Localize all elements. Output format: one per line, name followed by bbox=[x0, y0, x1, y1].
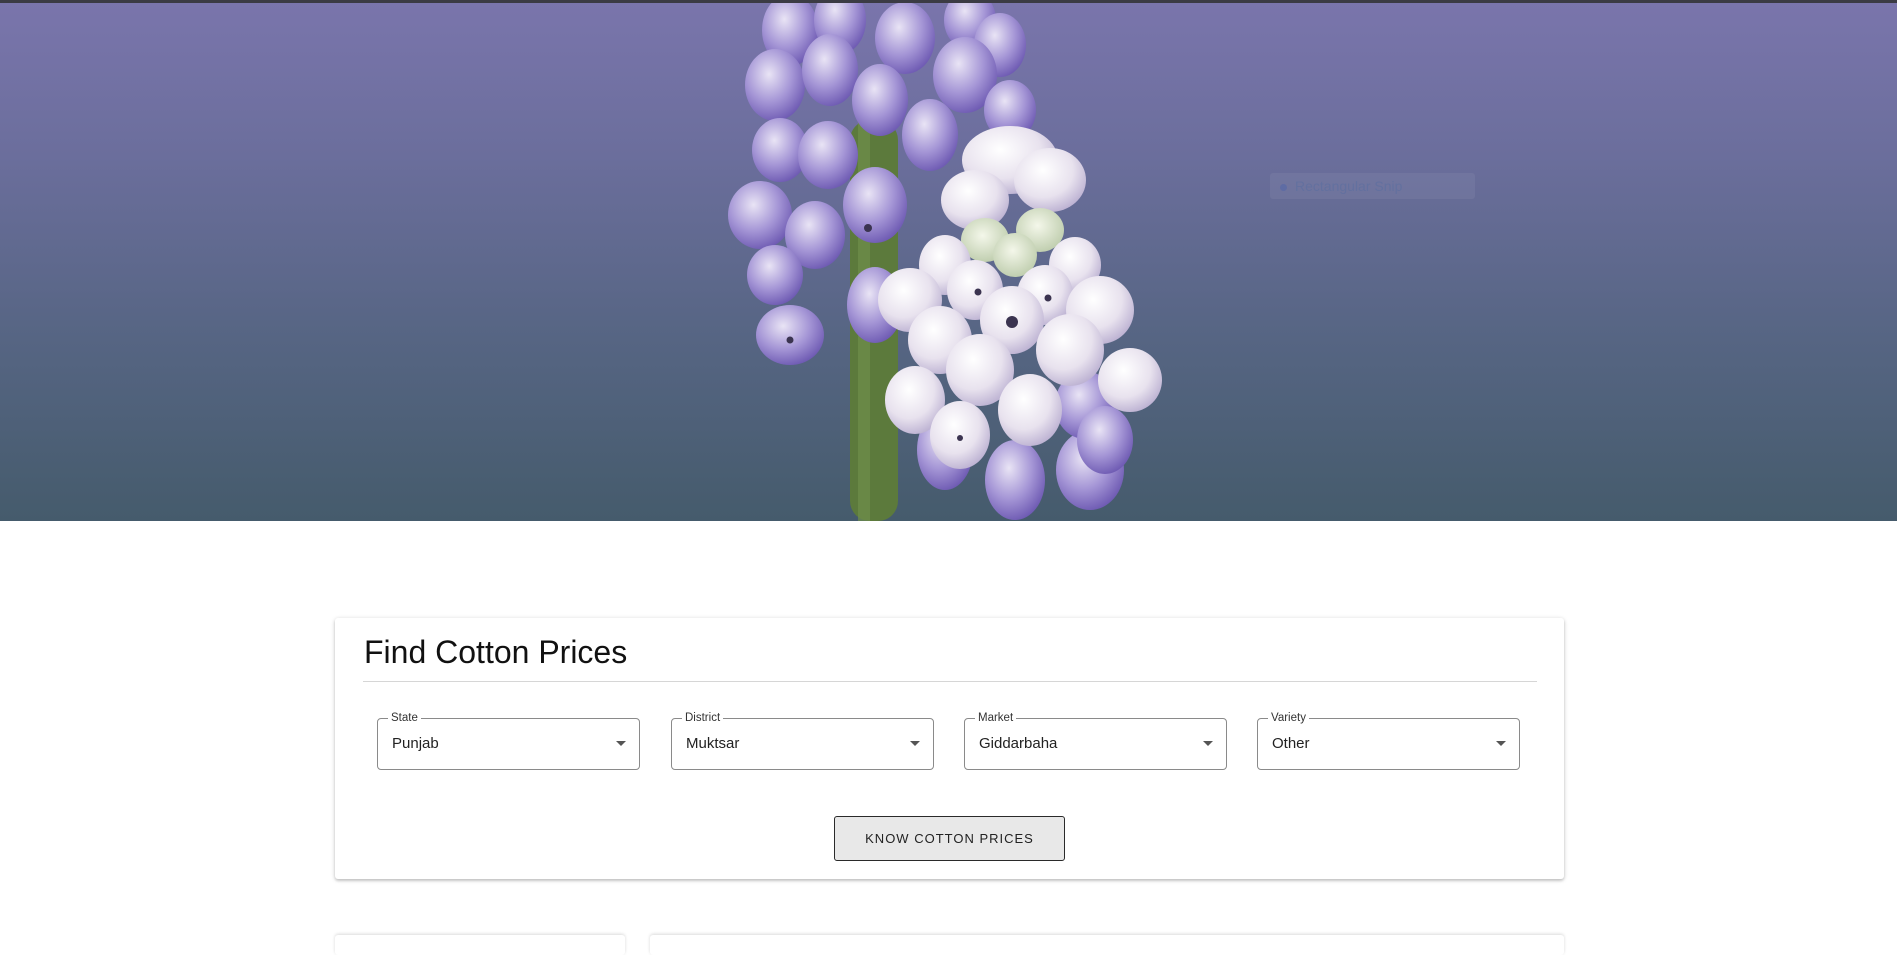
divider bbox=[363, 681, 1537, 682]
result-card-left bbox=[335, 935, 625, 955]
caret-down-icon[interactable] bbox=[1496, 741, 1506, 746]
snip-tool-label: Rectangular Snip bbox=[1295, 178, 1403, 194]
grape-hyacinth-flower-icon bbox=[728, 0, 1162, 521]
district-label: District bbox=[682, 711, 724, 725]
market-select[interactable]: Market Giddarbaha bbox=[964, 711, 1227, 770]
card-title: Find Cotton Prices bbox=[364, 634, 628, 670]
caret-down-icon[interactable] bbox=[616, 741, 626, 746]
variety-label: Variety bbox=[1268, 711, 1309, 725]
district-value: Muktsar bbox=[686, 735, 740, 752]
know-cotton-prices-button[interactable]: KNOW COTTON PRICES bbox=[834, 816, 1065, 861]
find-prices-card: Find Cotton Prices State Punjab District… bbox=[335, 618, 1564, 879]
snip-tool-overlay: Rectangular Snip bbox=[1270, 173, 1475, 199]
state-value: Punjab bbox=[392, 735, 439, 752]
snip-dot-icon bbox=[1280, 183, 1287, 191]
market-label: Market bbox=[975, 711, 1017, 725]
result-card-right bbox=[650, 935, 1564, 955]
caret-down-icon[interactable] bbox=[1203, 741, 1213, 746]
top-border bbox=[0, 0, 1897, 3]
state-label: State bbox=[388, 711, 421, 725]
caret-down-icon[interactable] bbox=[910, 741, 920, 746]
hero-banner: Rectangular Snip bbox=[0, 0, 1897, 521]
variety-value: Other bbox=[1272, 735, 1310, 752]
market-value: Giddarbaha bbox=[979, 735, 1058, 752]
variety-select[interactable]: Variety Other bbox=[1257, 711, 1520, 770]
district-select[interactable]: District Muktsar bbox=[671, 711, 934, 770]
state-select[interactable]: State Punjab bbox=[377, 711, 640, 770]
